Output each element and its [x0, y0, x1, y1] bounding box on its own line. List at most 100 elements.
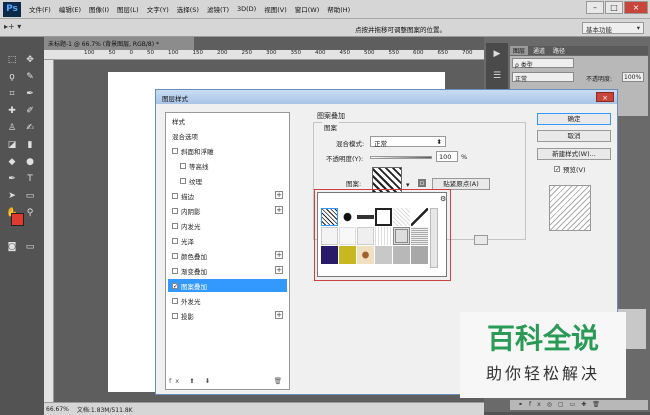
blur-tool-icon[interactable]: ◆	[6, 157, 18, 167]
move-up-icon[interactable]: ⬆	[189, 377, 198, 385]
style-item-pattern-overlay[interactable]: ✓ 图案叠加	[168, 279, 287, 292]
marquee-tool-icon[interactable]: ⬚	[6, 55, 18, 65]
style-item-bevel-emboss[interactable]: 斜面和浮雕	[168, 144, 287, 157]
preview-checkbox[interactable]: ✓	[554, 166, 560, 173]
move-down-icon[interactable]: ⬇	[205, 377, 214, 385]
gradient-icon[interactable]: ▮	[24, 140, 36, 150]
play-icon[interactable]: ▶	[486, 49, 508, 59]
history-brush-icon[interactable]: ✍	[24, 123, 36, 133]
checkbox[interactable]	[172, 267, 178, 274]
eyedropper-icon[interactable]: ✒	[24, 89, 36, 99]
ok-button[interactable]: 确定	[537, 113, 611, 125]
menu-help[interactable]: 帮助(H)	[323, 4, 354, 14]
fx-icon[interactable]: fx	[169, 377, 183, 385]
brush-tool-icon[interactable]: ✐	[24, 106, 36, 116]
layer-opacity-field[interactable]: 100%	[622, 72, 644, 82]
checkbox[interactable]: ✓	[172, 282, 178, 289]
section-title: 图案叠加	[317, 112, 345, 120]
menu-filter[interactable]: 滤镜(T)	[203, 4, 233, 14]
menu-image[interactable]: 图像(I)	[85, 4, 113, 14]
menu-edit[interactable]: 编辑(E)	[55, 4, 85, 14]
close-button[interactable]: ×	[624, 1, 648, 14]
hidden-button[interactable]	[474, 235, 488, 245]
pen-tool-icon[interactable]: ✒	[6, 174, 18, 184]
quick-select-icon[interactable]: ✎	[24, 72, 36, 82]
add-icon[interactable]: +	[275, 266, 283, 274]
checkbox[interactable]	[172, 237, 178, 244]
checkbox[interactable]	[172, 297, 178, 304]
checkbox[interactable]	[172, 147, 178, 154]
lasso-tool-icon[interactable]: ϙ	[6, 72, 18, 82]
watermark-title: 百科全说	[486, 322, 599, 355]
menu-3d[interactable]: 3D(D)	[233, 5, 260, 13]
style-item-inner-glow[interactable]: 内发光	[168, 219, 287, 232]
trash-icon[interactable]: 🗑	[274, 377, 286, 385]
panel-tabs: 图层 通道 路径	[510, 46, 648, 55]
screen-mode-icon[interactable]: ▭	[24, 242, 36, 252]
preview-checkbox-row[interactable]: ✓ 预览(V)	[554, 164, 586, 174]
add-icon[interactable]: +	[275, 191, 283, 199]
zoom-tool-icon[interactable]: ⚲	[24, 208, 36, 218]
style-item-contour[interactable]: 等高线	[168, 159, 287, 172]
menu-type[interactable]: 文字(Y)	[143, 4, 173, 14]
menu-window[interactable]: 窗口(W)	[291, 4, 324, 14]
layer-blend-select[interactable]: 正常	[512, 72, 574, 83]
style-item-blending-options[interactable]: 混合选项	[168, 129, 287, 142]
blend-mode-select[interactable]: 正常 ⬍	[370, 136, 446, 148]
menu-view[interactable]: 视图(V)	[260, 4, 291, 14]
move-tool-icon[interactable]: ▸+ ▾	[4, 22, 21, 31]
horizontal-ruler: 100 50 0 50 100 150 200 250 300 350 400 450 500 550 60…	[44, 50, 484, 60]
style-item-inner-shadow[interactable]: 内阴影 +	[168, 204, 287, 217]
pattern-picker-arrow-icon[interactable]: ▾	[406, 181, 410, 189]
eraser-icon[interactable]: ◪	[6, 140, 18, 150]
add-icon[interactable]: +	[275, 251, 283, 259]
shape-tool-icon[interactable]: ▭	[24, 191, 36, 201]
path-select-icon[interactable]: ➤	[6, 191, 18, 201]
clone-stamp-icon[interactable]: ♙	[6, 123, 18, 133]
new-style-button[interactable]: 新建样式(W)...	[537, 148, 611, 160]
tab-paths[interactable]: 路径	[550, 46, 568, 55]
style-item-satin[interactable]: 光泽	[168, 234, 287, 247]
menu-select[interactable]: 选择(S)	[173, 4, 203, 14]
style-item-texture[interactable]: 纹理	[168, 174, 287, 187]
style-item-outer-glow[interactable]: 外发光	[168, 294, 287, 307]
style-item-color-overlay[interactable]: 颜色叠加 +	[168, 249, 287, 262]
minimize-button[interactable]: –	[586, 1, 604, 14]
crop-tool-icon[interactable]: ⌗	[6, 89, 18, 99]
opacity-field[interactable]: 100	[436, 151, 458, 162]
styles-header[interactable]: 样式	[168, 114, 287, 127]
checkbox[interactable]	[172, 312, 178, 319]
style-item-gradient-overlay[interactable]: 渐变叠加 +	[168, 264, 287, 277]
add-icon[interactable]: +	[275, 206, 283, 214]
quick-mask-icon[interactable]: ◙	[6, 242, 18, 252]
style-item-drop-shadow[interactable]: 投影 +	[168, 309, 287, 322]
kind-filter-select[interactable]: ρ 类型	[512, 58, 574, 69]
checkbox[interactable]	[172, 192, 178, 199]
layer-actions-bar[interactable]: ⚭fx◎▢▭✚🗑	[510, 400, 648, 410]
move-tool-icon[interactable]: ✥	[24, 55, 36, 65]
menu-file[interactable]: 文件(F)	[25, 4, 55, 14]
checkbox[interactable]	[172, 207, 178, 214]
cancel-button[interactable]: 取消	[537, 130, 611, 142]
tab-channels[interactable]: 通道	[530, 46, 548, 55]
menu-layer[interactable]: 图层(L)	[113, 4, 143, 14]
document-tab[interactable]: 未标题-1 @ 66.7% (背景图层, RGB/8) *	[44, 37, 194, 50]
dodge-tool-icon[interactable]: ●	[24, 157, 36, 167]
foreground-color-swatch[interactable]	[11, 213, 24, 226]
maximize-button[interactable]: □	[605, 1, 623, 14]
checkbox[interactable]	[172, 222, 178, 229]
tab-layers[interactable]: 图层	[510, 46, 529, 55]
dialog-close-button[interactable]: ×	[596, 92, 614, 102]
type-tool-icon[interactable]: T	[24, 174, 36, 184]
workspace-select[interactable]: 基本功能 ▾	[582, 22, 644, 34]
checkbox[interactable]	[180, 162, 186, 169]
new-preset-icon[interactable]: ▫	[418, 179, 426, 187]
style-item-stroke[interactable]: 描边 +	[168, 189, 287, 202]
add-icon[interactable]: +	[275, 311, 283, 319]
zoom-level[interactable]: 66.67%	[46, 406, 69, 413]
checkbox[interactable]	[172, 252, 178, 259]
healing-brush-icon[interactable]: ✚	[6, 106, 18, 116]
opacity-slider[interactable]	[370, 156, 432, 159]
actions-icon[interactable]: ☰	[486, 71, 508, 81]
checkbox[interactable]	[180, 177, 186, 184]
